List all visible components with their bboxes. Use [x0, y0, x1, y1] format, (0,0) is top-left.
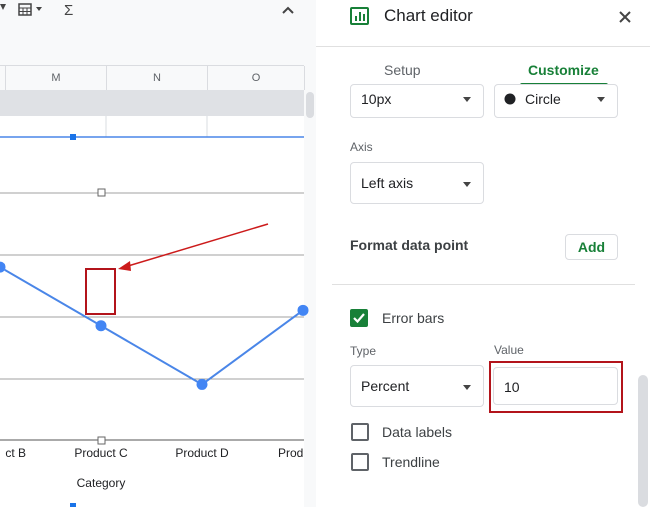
data-labels-label: Data labels [382, 424, 453, 440]
resize-handle-bottom[interactable] [97, 436, 106, 445]
chart-editor-panel: Chart editor Setup Customize 10px Circle… [316, 0, 650, 507]
axis-dropdown[interactable]: Left axis [350, 162, 484, 204]
data-point[interactable] [196, 378, 208, 390]
x-tick-label: Product C [74, 446, 128, 460]
error-type-dropdown[interactable]: Percent [350, 365, 484, 407]
resize-handle-top[interactable] [97, 188, 106, 197]
axis-value: Left axis [361, 175, 414, 191]
section-divider [332, 284, 635, 285]
line-chart[interactable]: ct B Product C Product D Prod Category [0, 0, 316, 507]
editor-tabs: Setup Customize [316, 46, 650, 86]
error-type-value: Percent [361, 378, 410, 394]
panel-title: Chart editor [384, 6, 473, 25]
add-data-point-button[interactable]: Add [565, 234, 618, 260]
panel-header: Chart editor [316, 0, 650, 46]
point-size-value: 10px [361, 91, 392, 107]
highlight-box-chart [85, 268, 116, 315]
annotation-arrow [118, 223, 269, 271]
spreadsheet-area: Σ M N O ct B Product C Product D Prod Categ… [0, 0, 316, 507]
close-icon[interactable] [619, 11, 631, 23]
tab-setup[interactable]: Setup [384, 62, 421, 78]
x-tick-label: ct B [5, 446, 26, 460]
format-data-point-title: Format data point [350, 237, 469, 253]
panel-scrollbar[interactable] [638, 375, 648, 507]
trendline-checkbox[interactable] [351, 453, 369, 471]
legend-marker [70, 503, 76, 507]
axis-label: Axis [350, 140, 373, 154]
highlight-box-value [489, 361, 623, 413]
data-point[interactable] [297, 304, 309, 316]
point-shape-value: Circle [525, 91, 561, 107]
series-settings-card: 10px Circle Axis Left axis Format data p… [332, 84, 635, 496]
point-shape-dropdown[interactable]: Circle [494, 84, 618, 118]
data-labels-checkbox[interactable] [351, 423, 369, 441]
x-tick-label: Prod [278, 446, 303, 460]
type-label: Type [350, 344, 377, 358]
selection-handle[interactable] [70, 134, 76, 140]
series-line[interactable] [0, 266, 304, 386]
error-bars-checkbox[interactable] [350, 309, 368, 327]
gridlines [0, 116, 304, 441]
circle-shape-icon [504, 93, 516, 105]
value-label: Value [494, 343, 524, 357]
chart-icon [350, 7, 369, 25]
point-size-dropdown[interactable]: 10px [350, 84, 484, 118]
error-bars-label: Error bars [382, 310, 445, 326]
x-tick-label: Product D [175, 446, 229, 460]
data-point[interactable] [95, 320, 107, 332]
check-icon [353, 313, 365, 324]
trendline-label: Trendline [382, 454, 440, 470]
x-axis-title: Category [77, 476, 126, 490]
tab-customize[interactable]: Customize [528, 62, 599, 78]
